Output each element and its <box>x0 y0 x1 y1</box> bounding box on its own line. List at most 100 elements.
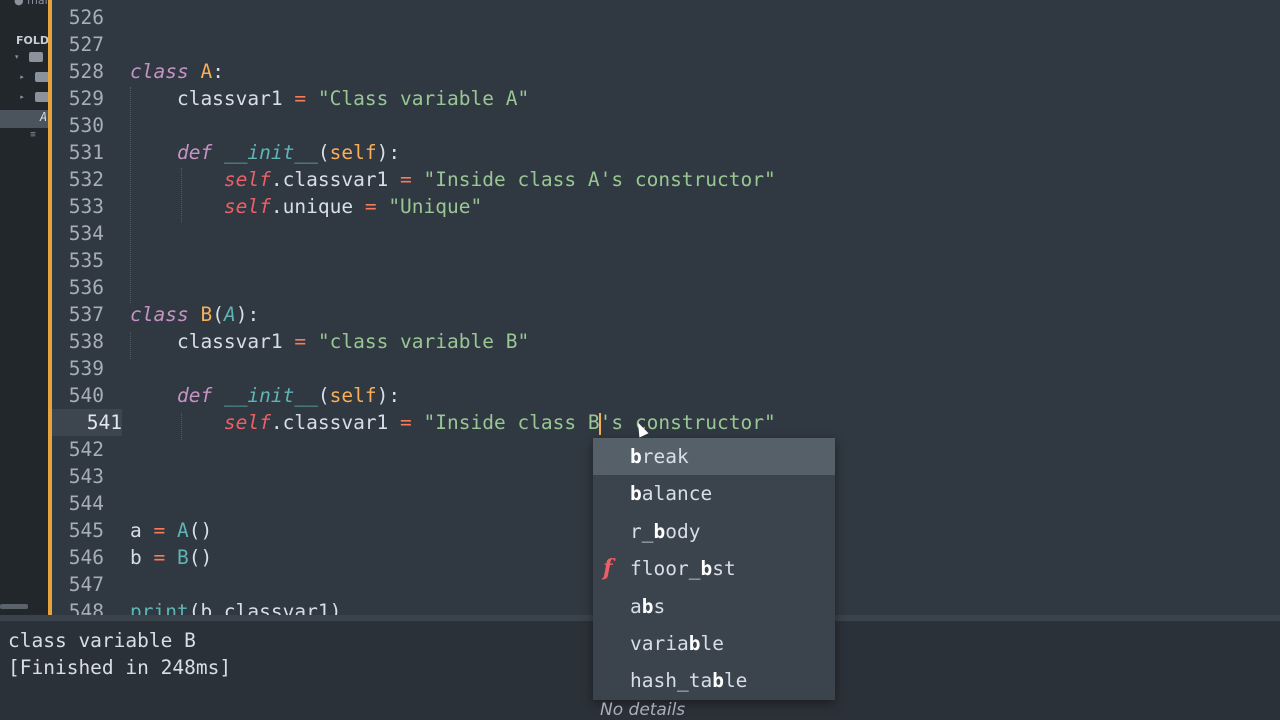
line-number: 532 <box>68 168 104 191</box>
sidebar-folder-1[interactable]: ▸ <box>14 72 50 88</box>
code-token: ): <box>376 141 401 164</box>
line-number: 544 <box>68 492 104 515</box>
code-token: A <box>200 60 213 83</box>
code-token: A <box>176 519 189 542</box>
sidebar-folder-root[interactable]: ▾ <box>14 52 50 68</box>
code-line[interactable]: 529 classvar1 = "Class variable A" <box>52 85 1280 112</box>
code-token: B <box>200 303 213 326</box>
autocomplete-item[interactable]: variable <box>593 625 835 662</box>
code-token: = <box>294 87 307 110</box>
code-line[interactable]: 535 <box>52 247 1280 274</box>
sidebar: ● mai FOLD ▾ ▸ ▸ A ≡ <box>0 0 50 615</box>
code-line[interactable]: 541 self.classvar1 = "Inside class B's c… <box>52 409 1280 436</box>
code-token: "Unique" <box>388 195 483 218</box>
code-text: def __init__(self): <box>130 382 400 409</box>
code-token: = <box>153 519 166 542</box>
code-text: self.unique = "Unique" <box>130 193 482 220</box>
code-token: "Inside class B <box>423 411 600 434</box>
code-text: print(b.classvar1) <box>130 598 341 615</box>
code-line[interactable]: 530 <box>52 112 1280 139</box>
code-line[interactable]: 537 class B(A): <box>52 301 1280 328</box>
code-token: () <box>188 519 213 542</box>
autocomplete-item[interactable]: abs <box>593 588 835 625</box>
folder-icon <box>34 72 49 82</box>
code-token: ( <box>212 303 224 326</box>
code-token: b <box>130 546 154 569</box>
sidebar-file[interactable]: ≡ <box>14 130 50 146</box>
autocomplete-item[interactable]: r_body <box>593 513 835 550</box>
indent-guide <box>181 413 182 440</box>
line-number: 530 <box>68 114 104 137</box>
line-number: 528 <box>68 60 104 83</box>
autocomplete-item-label: break <box>630 445 689 468</box>
code-text: classvar1 = "class variable B" <box>130 328 529 355</box>
open-file-tab[interactable]: ● mai <box>14 0 48 7</box>
line-number: 526 <box>68 6 104 29</box>
code-line[interactable]: 538 classvar1 = "class variable B" <box>52 328 1280 355</box>
autocomplete-details: No details <box>600 700 686 720</box>
code-token: "class variable B" <box>317 330 530 353</box>
folder-icon <box>29 52 44 62</box>
code-token: = <box>400 411 412 434</box>
code-line[interactable]: 531 def __init__(self): <box>52 139 1280 166</box>
output-line: class variable B <box>8 629 196 652</box>
function-kind-icon: f <box>603 555 613 582</box>
line-number: 547 <box>68 573 104 596</box>
code-token: self <box>223 411 271 434</box>
code-token: = <box>294 330 307 353</box>
code-line[interactable]: 534 <box>52 220 1280 247</box>
code-line[interactable]: 533 self.unique = "Unique" <box>52 193 1280 220</box>
code-text: self.classvar1 = "Inside class B's const… <box>130 409 776 436</box>
code-token: __init__ <box>223 384 318 407</box>
code-line[interactable]: 527 <box>52 31 1280 58</box>
sidebar-item-active[interactable]: A <box>0 110 50 128</box>
line-number: 533 <box>68 195 104 218</box>
autocomplete-item[interactable]: hash_table <box>593 662 835 699</box>
code-token: : <box>212 60 224 83</box>
code-token: classvar1 <box>130 330 295 353</box>
autocomplete-item-label: abs <box>630 594 666 618</box>
indent-guide <box>130 87 131 303</box>
code-token: "Class variable A" <box>317 87 530 110</box>
autocomplete-item[interactable]: f floor_bst <box>593 550 835 587</box>
code-token: def <box>176 384 213 407</box>
sidebar-folder-2[interactable]: ▸ <box>14 92 50 108</box>
line-number: 545 <box>68 519 104 542</box>
line-number: 535 <box>68 249 104 272</box>
line-number: 541 <box>52 409 122 436</box>
line-number: 537 <box>68 303 104 326</box>
code-token: (b.classvar1) <box>188 600 342 615</box>
code-line[interactable]: 539 <box>52 355 1280 382</box>
line-number: 539 <box>68 357 104 380</box>
code-line[interactable]: 526 <box>52 4 1280 31</box>
code-line[interactable]: 532 self.classvar1 = "Inside class A's c… <box>52 166 1280 193</box>
line-number: 540 <box>68 384 104 407</box>
autocomplete-item[interactable]: break <box>593 438 835 475</box>
code-line[interactable]: 540 def __init__(self): <box>52 382 1280 409</box>
autocomplete-popup[interactable]: break balance r_body f floor_bstabs variable h… <box>593 438 835 700</box>
code-token: ): <box>235 303 260 326</box>
autocomplete-item-label: hash_table <box>630 669 748 693</box>
code-token: self <box>329 141 377 164</box>
folders-header: FOLD <box>16 34 50 47</box>
code-token: = <box>153 546 166 569</box>
code-token: a <box>130 519 154 542</box>
code-token: ( <box>317 141 330 164</box>
autocomplete-item-label: variable <box>630 632 724 655</box>
line-number: 531 <box>68 141 104 164</box>
code-line[interactable]: 528 class A: <box>52 58 1280 85</box>
code-token: 's constructor" <box>599 411 776 434</box>
code-line[interactable]: 536 <box>52 274 1280 301</box>
open-file-tab-label: mai <box>27 0 48 7</box>
autocomplete-item[interactable]: balance <box>593 475 835 512</box>
sidebar-scrollbar[interactable] <box>0 604 28 609</box>
code-token: .classvar1 <box>270 411 401 434</box>
code-token: .classvar1 <box>270 168 401 191</box>
code-token: ): <box>376 384 401 407</box>
